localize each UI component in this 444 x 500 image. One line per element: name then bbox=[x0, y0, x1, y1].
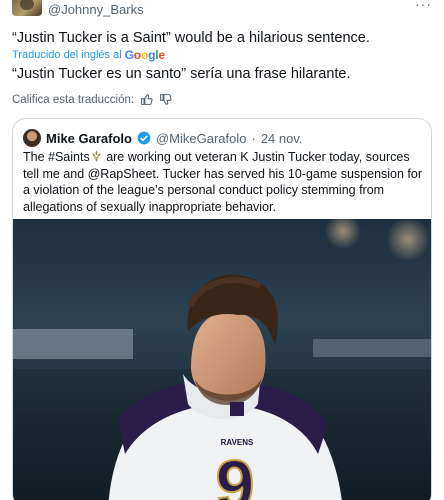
user-handle[interactable]: @Johnny_Barks bbox=[48, 2, 144, 17]
saints-fleur-de-lis-icon bbox=[92, 150, 101, 162]
jersey-number: 9 bbox=[216, 446, 255, 500]
quote-body: The #Saints are working out veteran K Ju… bbox=[23, 149, 423, 215]
player-photo[interactable]: RAVENS 9 bbox=[13, 219, 431, 500]
user-avatar[interactable] bbox=[12, 0, 42, 16]
thumbs-up-icon[interactable] bbox=[140, 93, 153, 106]
google-logo: Google bbox=[124, 48, 165, 62]
quote-body-start: The #Saints bbox=[23, 150, 90, 164]
quote-header: Mike Garafolo @MikeGarafolo · 24 nov. bbox=[23, 129, 303, 147]
tweet-header: @Johnny_Barks ··· bbox=[0, 0, 444, 22]
translation-text: “Justin Tucker es un santo” sería una fr… bbox=[12, 66, 351, 82]
rate-label: Califica esta traducción: bbox=[12, 93, 135, 106]
quote-author-handle[interactable]: @MikeGarafolo bbox=[156, 131, 247, 146]
quote-separator: · bbox=[251, 130, 256, 146]
rate-translation-row: Califica esta traducción: bbox=[12, 93, 172, 106]
quote-avatar[interactable] bbox=[23, 129, 41, 147]
translation-attribution[interactable]: Traducido del inglés al Google bbox=[12, 48, 165, 62]
verified-badge-icon bbox=[137, 131, 151, 145]
more-options-icon[interactable]: ··· bbox=[415, 0, 432, 12]
photo-illustration: RAVENS 9 bbox=[13, 219, 431, 500]
quote-author-name[interactable]: Mike Garafolo bbox=[46, 131, 132, 146]
translated-prefix: Traducido del inglés al bbox=[12, 49, 122, 61]
tweet-text: “Justin Tucker is a Saint” would be a hi… bbox=[12, 30, 370, 46]
quote-date[interactable]: 24 nov. bbox=[261, 131, 303, 146]
quoted-tweet-card[interactable]: Mike Garafolo @MikeGarafolo · 24 nov. Th… bbox=[12, 118, 432, 500]
thumbs-down-icon[interactable] bbox=[159, 93, 172, 106]
